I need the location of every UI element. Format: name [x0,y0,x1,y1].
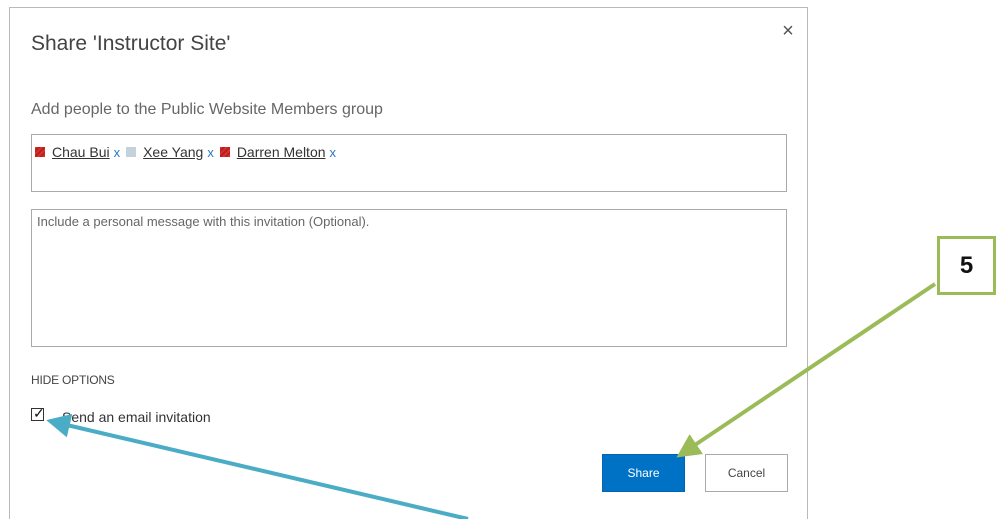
step-number-callout: 5 [937,236,996,295]
share-dialog: Share 'Instructor Site' × Add people to … [9,7,808,519]
checkmark-icon: ✓ [33,405,45,421]
remove-person-icon[interactable]: x [207,145,214,160]
people-list: Chau Bui x Xee Yang x Darren Melton x [35,144,342,160]
person-chip: Darren Melton x [219,144,337,160]
hide-options-link[interactable]: HIDE OPTIONS [31,373,115,387]
share-button[interactable]: Share [602,454,685,492]
dialog-subtitle: Add people to the Public Website Members… [31,101,383,118]
person-chip: Xee Yang x [126,144,214,160]
person-name-link[interactable]: Chau Bui [52,144,110,160]
person-name-link[interactable]: Xee Yang [143,144,203,160]
remove-person-icon[interactable]: x [330,145,337,160]
close-icon[interactable]: × [780,21,796,41]
dialog-title: Share 'Instructor Site' [31,32,231,55]
presence-busy-icon [35,147,45,157]
people-picker[interactable]: Chau Bui x Xee Yang x Darren Melton x [31,134,787,192]
cancel-button[interactable]: Cancel [705,454,788,492]
presence-offline-icon [126,147,137,157]
presence-busy-icon [219,147,230,157]
remove-person-icon[interactable]: x [114,145,121,160]
send-email-label: Send an email invitation [62,409,211,425]
send-email-checkbox[interactable]: ✓ [31,405,45,421]
person-chip: Chau Bui x [35,144,120,160]
person-name-link[interactable]: Darren Melton [237,144,326,160]
personal-message-input[interactable] [31,209,787,347]
